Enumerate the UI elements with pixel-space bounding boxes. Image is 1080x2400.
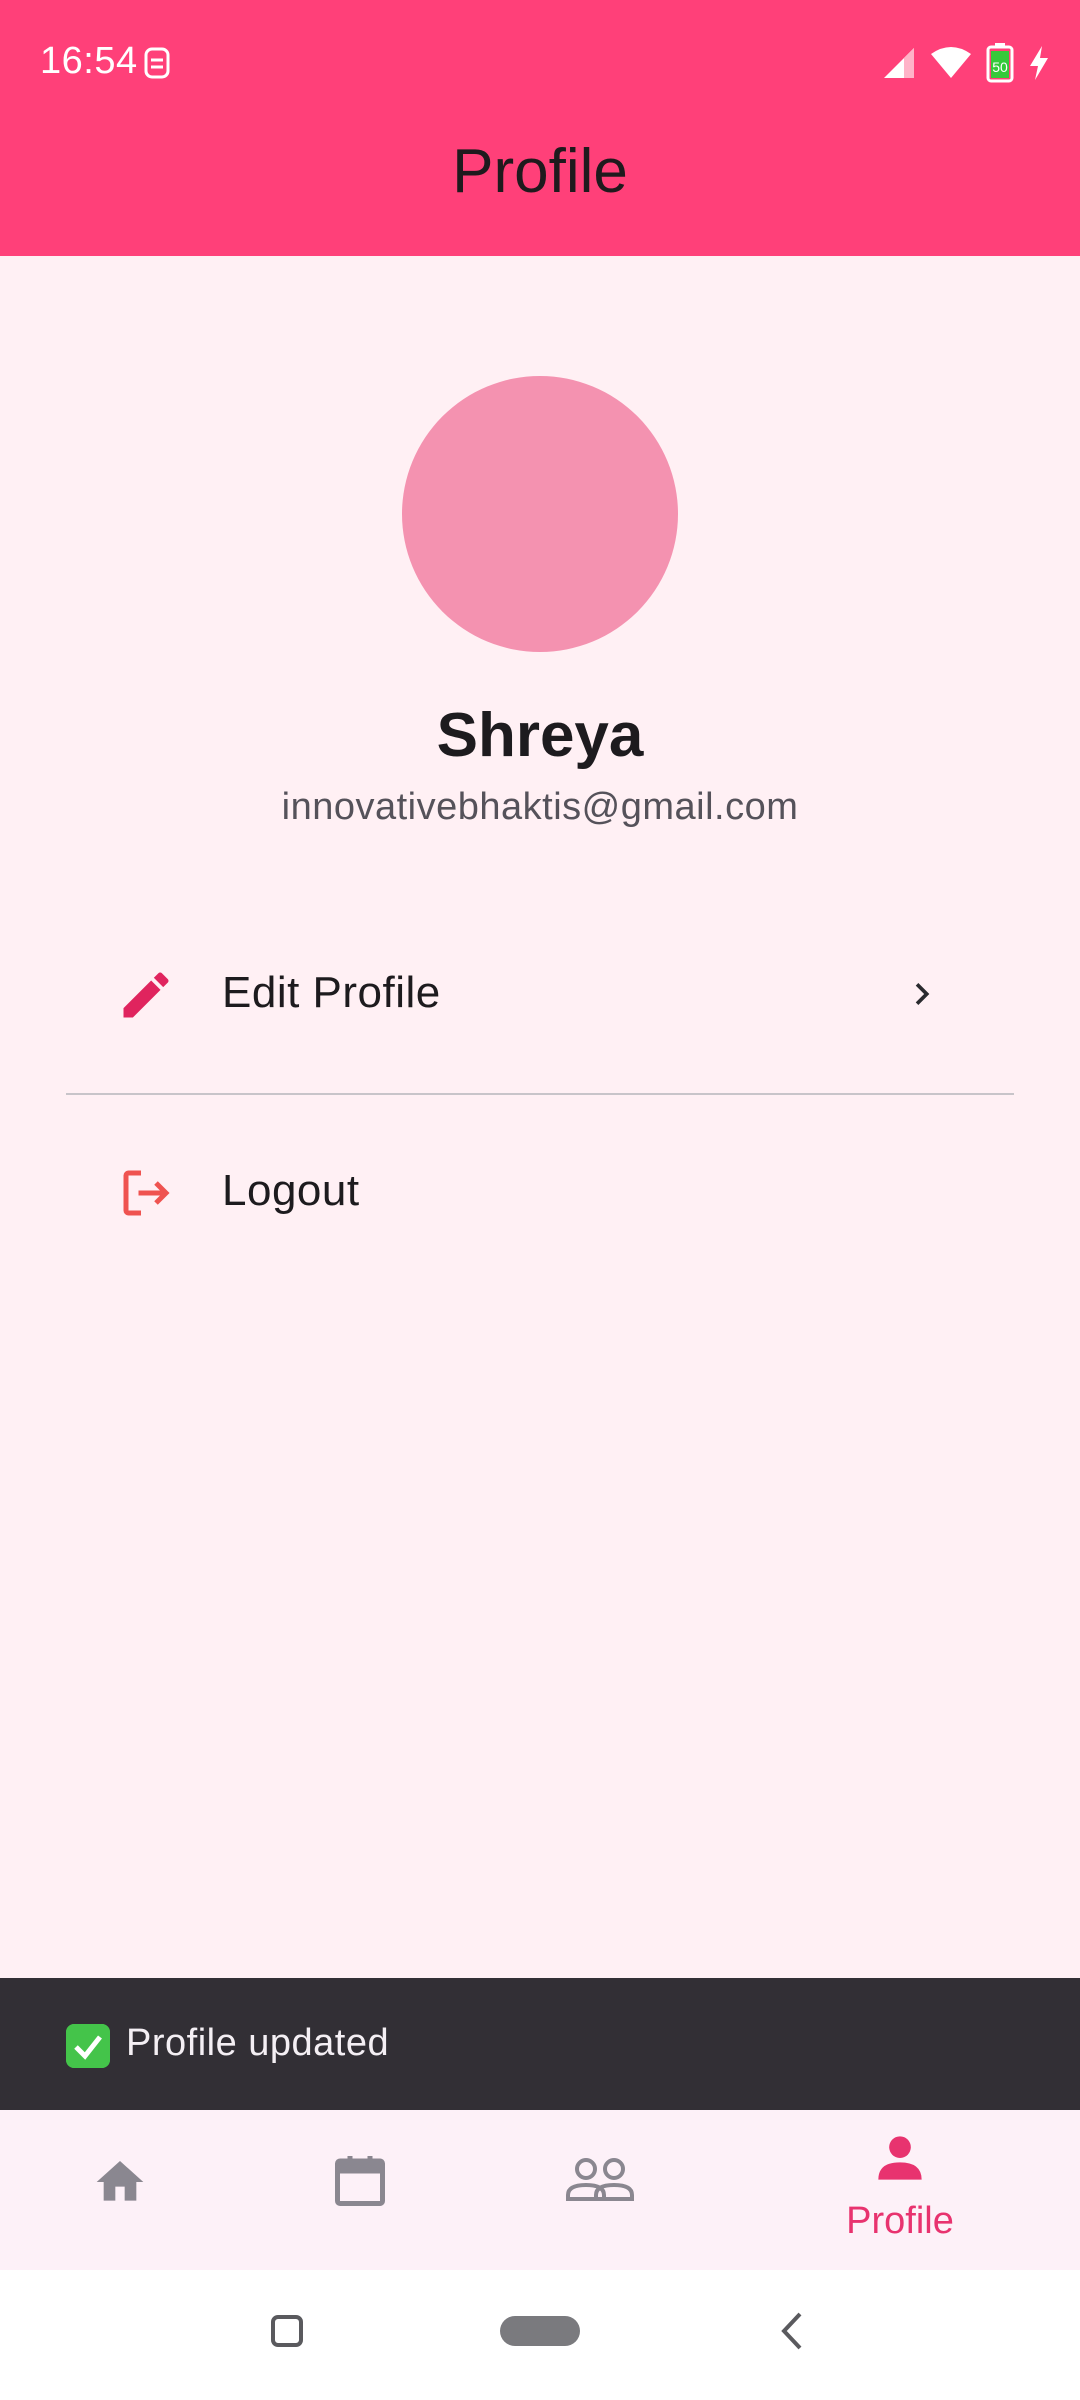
back-icon[interactable] bbox=[776, 2310, 810, 2352]
bottom-navigation: Profile bbox=[0, 2110, 1080, 2270]
edit-profile-label: Edit Profile bbox=[222, 968, 441, 1017]
pencil-icon bbox=[123, 972, 169, 1018]
status-bar: 16:54 50 bbox=[0, 0, 1080, 130]
nav-profile-label: Profile bbox=[846, 2200, 954, 2242]
person-icon bbox=[878, 2136, 922, 2180]
logout-label: Logout bbox=[222, 1166, 360, 1215]
status-time: 16:54 bbox=[40, 40, 138, 82]
edit-profile-item[interactable]: Edit Profile bbox=[66, 910, 1014, 1080]
chevron-right-icon bbox=[915, 983, 930, 1005]
snackbar: Profile updated bbox=[0, 1978, 1080, 2110]
system-navigation-bar bbox=[0, 2270, 1080, 2400]
home-icon bbox=[96, 2161, 144, 2201]
signal-icon bbox=[884, 48, 914, 78]
logout-item[interactable]: Logout bbox=[66, 1108, 1014, 1278]
avatar[interactable] bbox=[402, 376, 678, 652]
logout-icon bbox=[123, 1170, 170, 1216]
menu-divider bbox=[66, 1093, 1014, 1095]
charging-icon bbox=[1030, 46, 1048, 80]
nav-profile[interactable]: Profile bbox=[780, 2110, 1020, 2270]
snackbar-message: Profile updated bbox=[126, 2022, 390, 2064]
nav-home[interactable] bbox=[0, 2110, 240, 2270]
nav-calendar[interactable] bbox=[240, 2110, 480, 2270]
groups-icon bbox=[566, 2158, 634, 2201]
battery-level: 50 bbox=[992, 59, 1008, 75]
calendar-icon bbox=[335, 2156, 385, 2206]
profile-email: innovativebhaktis@gmail.com bbox=[281, 786, 799, 828]
recent-apps-icon[interactable] bbox=[270, 2314, 304, 2348]
wifi-icon bbox=[931, 47, 971, 78]
sim-card-icon bbox=[144, 47, 170, 79]
app-bar: 16:54 50 Profile bbox=[0, 0, 1080, 256]
status-icons: 50 bbox=[882, 40, 1050, 86]
page-title: Profile bbox=[452, 137, 628, 206]
check-icon bbox=[66, 2024, 110, 2068]
battery-icon: 50 bbox=[986, 43, 1014, 83]
profile-name: Shreya bbox=[436, 701, 644, 770]
nav-groups[interactable] bbox=[480, 2110, 720, 2270]
home-pill-icon[interactable] bbox=[500, 2316, 580, 2346]
